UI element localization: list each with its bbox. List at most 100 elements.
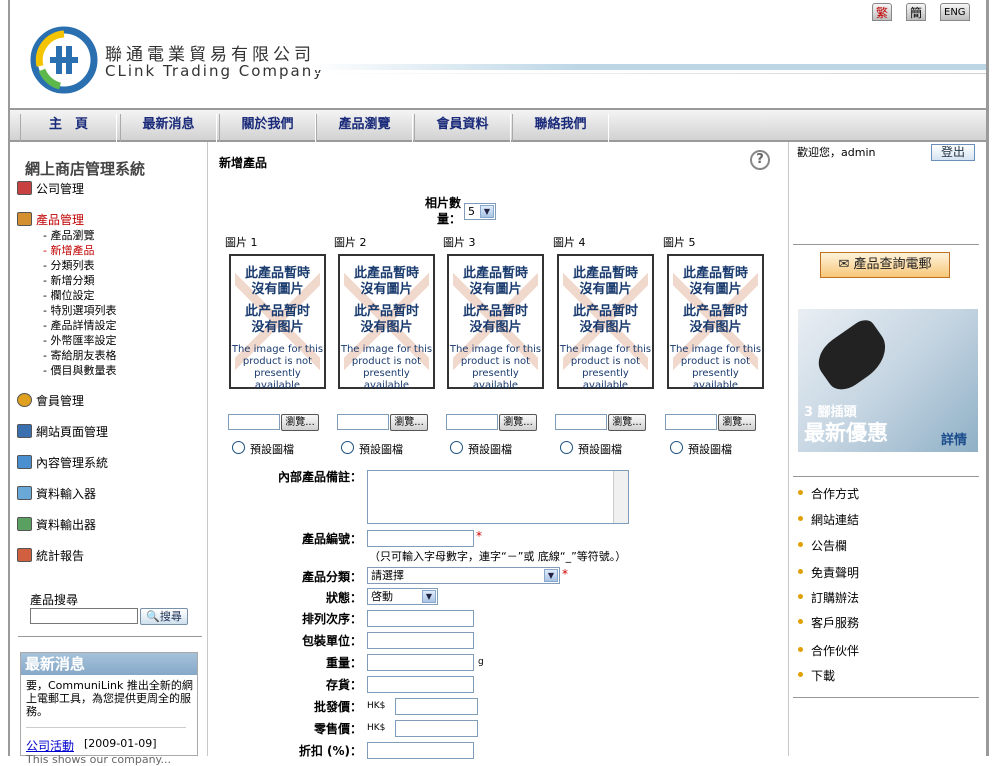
product-enquiry-button[interactable]: ✉ 產品查詢電郵 (820, 252, 950, 278)
sort-order-input[interactable] (367, 610, 474, 627)
menu-statistics[interactable]: 統計報告 (36, 547, 84, 564)
status-select[interactable]: 啓動 ▼ (367, 588, 438, 605)
menu-member-admin[interactable]: 會員管理 (36, 392, 84, 409)
image-file-input-4[interactable] (555, 414, 607, 430)
menu-company-admin[interactable]: 公司管理 (36, 180, 84, 197)
no-image-text-tc: 此產品暫時 沒有圖片 (244, 266, 310, 297)
browse-button-3[interactable]: 瀏覽... (499, 414, 537, 431)
default-image-label-1: 預設圖檔 (250, 443, 294, 456)
image-file-input-5[interactable] (665, 414, 717, 430)
no-image-text-tc: 此產品暫時 沒有圖片 (353, 266, 419, 297)
nav-about[interactable]: 關於我們 (219, 114, 316, 142)
discount-input[interactable] (367, 742, 474, 759)
promo-detail-link[interactable]: 詳情 (941, 429, 967, 448)
wholesale-currency: HK$ (367, 701, 386, 711)
stock-label: 存貨： (325, 678, 362, 692)
bullet-icon (798, 594, 803, 599)
lang-english-button[interactable]: ENG (940, 3, 970, 21)
bullet-icon (798, 490, 803, 495)
page-frame-right (986, 0, 989, 756)
promo-banner[interactable]: 3 腳插頭 最新優惠 詳情 (798, 309, 978, 452)
default-image-radio-3[interactable] (450, 441, 463, 454)
submenu-product-detail-settings[interactable]: - 產品詳情設定 (43, 317, 116, 333)
product-search-button[interactable]: 🔍搜尋 (140, 608, 188, 625)
wholesale-price-input[interactable] (395, 698, 478, 715)
nav-contact[interactable]: 聯絡我們 (512, 114, 609, 142)
browse-button-1[interactable]: 瀏覽... (281, 414, 319, 431)
stock-input[interactable] (367, 676, 474, 693)
browse-button-4[interactable]: 瀏覽... (608, 414, 646, 431)
header-decor-line (310, 64, 986, 70)
menu-data-export[interactable]: 資料輸出器 (36, 516, 96, 533)
link-ordering[interactable]: 訂購辦法 (811, 589, 859, 606)
retail-price-input[interactable] (395, 720, 478, 737)
weight-input[interactable] (367, 654, 474, 671)
menu-data-import[interactable]: 資料輸入器 (36, 485, 96, 502)
submenu-product-browse[interactable]: - 產品瀏覽 (43, 227, 94, 243)
image-preview-4: 此產品暫時 沒有圖片 此产品暂时 没有图片 The image for this… (557, 254, 654, 391)
status-label: 狀態： (325, 591, 362, 605)
news-link[interactable]: 公司活動 (26, 737, 74, 754)
memo-textarea[interactable] (367, 470, 629, 524)
cms-icon (17, 455, 32, 469)
browse-button-2[interactable]: 瀏覽... (390, 414, 428, 431)
chevron-down-icon: ▼ (422, 590, 436, 603)
sort-order-label: 排列次序： (301, 612, 362, 626)
menu-web-pages[interactable]: 網站頁面管理 (36, 423, 108, 440)
nav-news[interactable]: 最新消息 (120, 114, 217, 142)
default-image-radio-2[interactable] (341, 441, 354, 454)
product-code-input[interactable] (367, 530, 474, 547)
nav-members[interactable]: 會員資料 (414, 114, 511, 142)
chevron-down-icon: ▼ (480, 205, 494, 218)
link-partners[interactable]: 合作伙伴 (811, 642, 859, 659)
default-image-radio-5[interactable] (670, 441, 683, 454)
header-decor-line-thin (310, 73, 986, 74)
submenu-currency-rates[interactable]: - 外幣匯率設定 (43, 332, 116, 348)
browse-button-5[interactable]: 瀏覽... (718, 414, 756, 431)
link-download[interactable]: 下載 (811, 667, 835, 684)
logout-button[interactable]: 登出 (931, 144, 975, 161)
magnifier-icon: 🔍 (146, 610, 160, 623)
bullet-icon (798, 516, 803, 521)
link-customer-service[interactable]: 客戶服務 (811, 614, 859, 631)
default-image-radio-1[interactable] (232, 441, 245, 454)
default-image-radio-4[interactable] (560, 441, 573, 454)
image-file-input-3[interactable] (446, 414, 498, 430)
main-content: 新增產品 ? 相片數量： 5 ▼ 圖片 1 圖片 2 圖片 3 圖片 4 圖片 … (209, 142, 787, 759)
product-search-input[interactable] (30, 608, 138, 624)
news-body: 要，CommuniLink 推出全新的網上電郵工具，為您提供更周全的服務。 (26, 679, 193, 718)
default-image-label-5: 預設圖檔 (688, 443, 732, 456)
link-disclaimer[interactable]: 免責聲明 (811, 564, 859, 581)
package-unit-input[interactable] (367, 632, 474, 649)
memo-scrollbar[interactable] (613, 471, 628, 523)
image-file-input-2[interactable] (337, 414, 389, 430)
bullet-icon (798, 619, 803, 624)
link-bulletin[interactable]: 公告欄 (811, 537, 847, 554)
link-cooperation[interactable]: 合作方式 (811, 485, 859, 502)
submenu-category-list[interactable]: - 分類列表 (43, 257, 94, 273)
nav-home[interactable]: 主 頁 (20, 114, 117, 142)
submenu-add-product[interactable]: - 新增產品 (43, 242, 94, 258)
chevron-down-icon: ▼ (544, 569, 558, 582)
submenu-price-qty-table[interactable]: - 價目與數量表 (43, 362, 116, 378)
bullet-icon (798, 542, 803, 547)
image-preview-1: 此產品暫時 沒有圖片 此产品暂时 没有图片 The image for this… (229, 254, 326, 391)
product-search-label: 產品搜尋 (30, 593, 79, 607)
help-icon[interactable]: ? (750, 150, 770, 170)
right-sidebar: 歡迎您，admin 登出 ✉ 產品查詢電郵 3 腳插頭 最新優惠 詳情 合作方式… (788, 142, 986, 756)
lang-simplified-button[interactable]: 簡 (906, 3, 927, 21)
photo-qty-value: 5 (468, 205, 475, 218)
submenu-send-to-friend[interactable]: - 寄給朋友表格 (43, 347, 116, 363)
enquiry-label: 產品查詢電郵 (853, 257, 932, 272)
submenu-add-category[interactable]: - 新增分類 (43, 272, 94, 288)
photo-qty-select[interactable]: 5 ▼ (464, 203, 496, 220)
submenu-special-options[interactable]: - 特別選項列表 (43, 302, 116, 318)
image-file-input-1[interactable] (228, 414, 280, 430)
lang-traditional-button[interactable]: 繁 (872, 3, 893, 21)
link-web-links[interactable]: 網站連結 (811, 511, 859, 528)
menu-cms[interactable]: 內容管理系統 (36, 454, 108, 471)
menu-product-admin[interactable]: 產品管理 (36, 211, 84, 228)
nav-products[interactable]: 產品瀏覽 (316, 114, 413, 142)
submenu-field-settings[interactable]: - 欄位設定 (43, 287, 94, 303)
category-select[interactable]: 請選擇 ▼ (367, 567, 560, 584)
